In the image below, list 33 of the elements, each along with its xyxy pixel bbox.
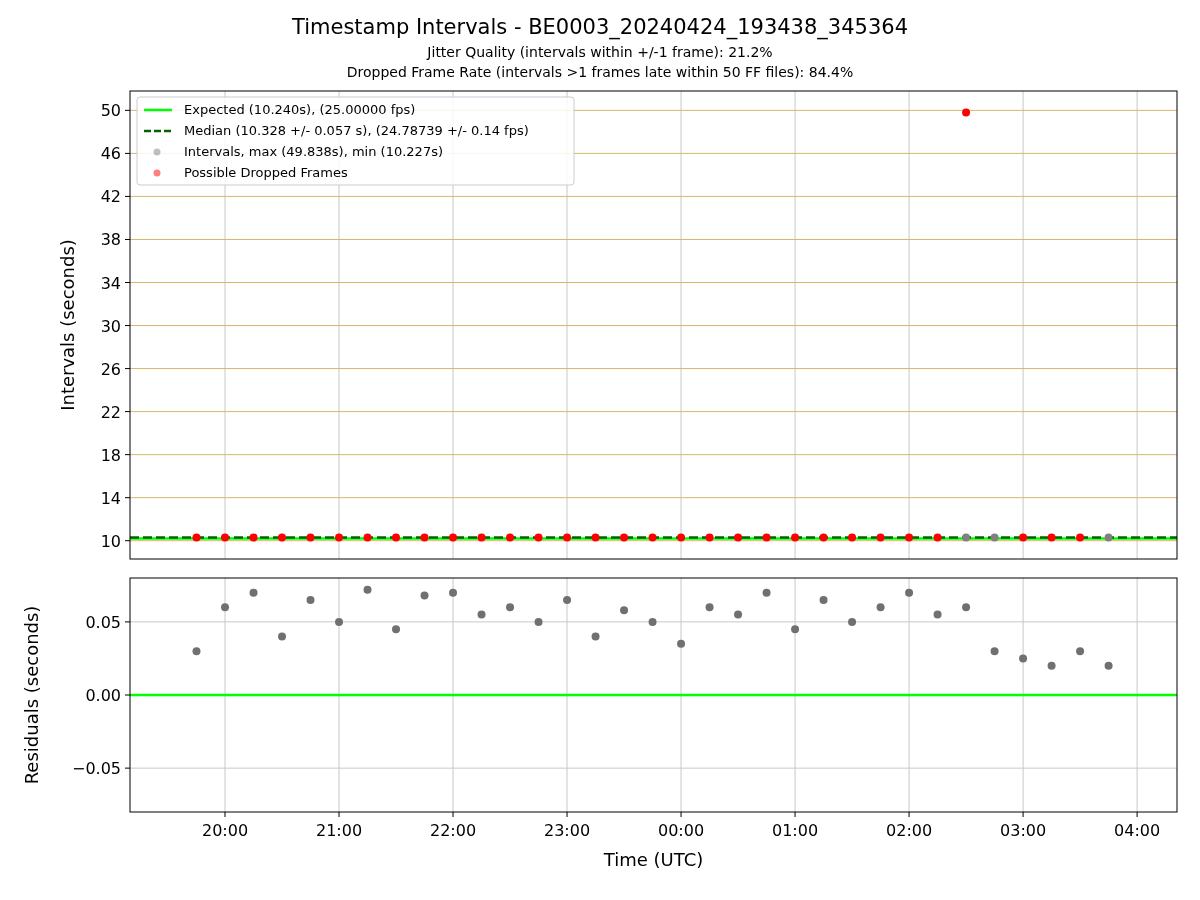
y-tick-label: 38 (100, 230, 121, 250)
y-axis-label: Intervals (seconds) (57, 239, 78, 411)
x-tick-label: 21:00 (315, 821, 363, 840)
legend-label: Median (10.328 +/- 0.057 s), (24.78739 +/- 0.14 fps) (184, 123, 529, 138)
x-tick-label: 23:00 (544, 821, 591, 840)
figure-subtitle: Jitter Quality (intervals within +/-1 frame): 21.2% (427, 43, 773, 62)
y-tick-label: 0.05 (85, 612, 121, 632)
figure-subtitle: Dropped Frame Rate (intervals >1 frames late within 50 FF files): 84.4% (346, 63, 854, 82)
x-tick-label: 00:00 (658, 821, 705, 840)
y-tick-label: 50 (100, 101, 121, 121)
legend-label: Possible Dropped Frames (184, 165, 348, 180)
y-tick-label: 18 (100, 445, 121, 465)
x-tick-label: 03:00 (1000, 821, 1047, 840)
y-tick-label: 26 (100, 359, 121, 379)
x-tick-label: 01:00 (772, 821, 819, 840)
y-tick-label: 22 (100, 402, 121, 422)
x-tick-label: 04:00 (1114, 821, 1161, 840)
y-tick-label: 46 (100, 144, 121, 164)
legend-label: Expected (10.240s), (25.00000 fps) (184, 102, 416, 117)
y-tick-label: 30 (100, 316, 121, 336)
y-tick-label: −0.05 (71, 759, 121, 779)
y-axis-label: Residuals (seconds) (21, 605, 42, 785)
x-tick-label: 22:00 (430, 821, 477, 840)
x-axis-label: Time (UTC) (603, 849, 704, 870)
y-tick-label: 10 (100, 531, 121, 551)
y-tick-label: 14 (100, 488, 121, 508)
y-tick-label: 34 (100, 273, 121, 293)
x-tick-label: 02:00 (886, 821, 933, 840)
x-tick-label: 20:00 (201, 821, 249, 840)
y-tick-label: 42 (100, 187, 121, 207)
figure-title: Timestamp Intervals - BE0003_20240424_193438_345364 (292, 14, 908, 42)
y-tick-label: 0.00 (85, 686, 121, 705)
legend-label: Intervals, max (49.838s), min (10.227s) (184, 144, 443, 159)
